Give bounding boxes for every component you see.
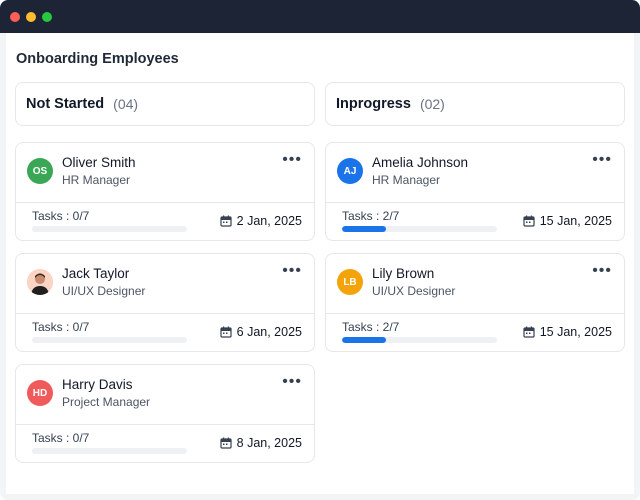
due-date: 6 Jan, 2025	[220, 325, 302, 339]
app-window: Onboarding Employees Not Started (04) In…	[0, 0, 640, 500]
tasks-progress-fill	[342, 337, 387, 343]
card-header: Jack Taylor UI/UX Designer •••	[16, 254, 314, 314]
employee-role: Project Manager	[62, 395, 151, 409]
person-photo-icon	[27, 269, 53, 295]
calendar-icon	[523, 326, 535, 338]
employee-role: UI/UX Designer	[372, 284, 456, 298]
column-not-started: Not Started (04)	[15, 82, 315, 126]
minimize-window-icon[interactable]	[26, 11, 36, 22]
calendar-icon	[523, 215, 535, 227]
more-horizontal-icon[interactable]: •••	[282, 374, 302, 390]
due-date: 8 Jan, 2025	[220, 436, 302, 450]
avatar: OS	[27, 158, 53, 184]
card-header: AJ Amelia Johnson HR Manager •••	[326, 143, 624, 203]
avatar: AJ	[337, 158, 363, 184]
card-footer: Tasks : 0/7 8 Jan, 2025	[16, 425, 314, 463]
calendar-icon	[220, 326, 232, 338]
employee-card[interactable]: Jack Taylor UI/UX Designer ••• Tasks : 0…	[15, 253, 315, 352]
tasks-progress-bar	[342, 337, 497, 343]
due-date-text: 15 Jan, 2025	[539, 214, 612, 228]
calendar-icon	[220, 437, 232, 449]
tasks-count: Tasks : 2/7	[342, 320, 400, 334]
due-date: 15 Jan, 2025	[523, 325, 612, 339]
column-title: Inprogress	[336, 96, 411, 112]
tasks-count: Tasks : 0/7	[32, 431, 90, 445]
employee-name: Jack Taylor	[62, 266, 130, 281]
column-header: Not Started (04)	[15, 82, 315, 126]
avatar-initials: LB	[343, 276, 357, 288]
more-horizontal-icon[interactable]: •••	[282, 152, 302, 168]
employee-card[interactable]: LB Lily Brown UI/UX Designer ••• Tasks :…	[325, 253, 625, 352]
avatar-initials: AJ	[343, 165, 357, 177]
tasks-progress-bar	[32, 226, 187, 232]
more-horizontal-icon[interactable]: •••	[282, 263, 302, 279]
employee-name: Amelia Johnson	[372, 155, 469, 170]
column-inprogress: Inprogress (02)	[325, 82, 625, 126]
column-count: (02)	[419, 96, 445, 112]
employee-card[interactable]: HD Harry Davis Project Manager ••• Tasks…	[15, 364, 315, 463]
tasks-progress-bar	[342, 226, 497, 232]
avatar	[27, 269, 53, 295]
close-window-icon[interactable]	[10, 11, 20, 22]
employee-name: Oliver Smith	[62, 155, 136, 170]
employee-name: Harry Davis	[62, 377, 133, 392]
employee-role: HR Manager	[62, 173, 131, 187]
due-date-text: 6 Jan, 2025	[236, 325, 302, 339]
card-footer: Tasks : 0/7 2 Jan, 2025	[16, 203, 314, 241]
maximize-window-icon[interactable]	[42, 11, 52, 22]
column-count: (04)	[113, 96, 139, 112]
avatar: HD	[27, 380, 53, 406]
board-content: Onboarding Employees Not Started (04) In…	[6, 33, 634, 494]
card-footer: Tasks : 0/7 6 Jan, 2025	[16, 314, 314, 352]
tasks-progress-fill	[342, 226, 387, 232]
tasks-count: Tasks : 2/7	[342, 209, 400, 223]
tasks-progress-bar	[32, 337, 187, 343]
card-header: LB Lily Brown UI/UX Designer •••	[326, 254, 624, 314]
employee-name: Lily Brown	[372, 266, 435, 281]
more-horizontal-icon[interactable]: •••	[592, 152, 612, 168]
tasks-count: Tasks : 0/7	[32, 320, 90, 334]
due-date-text: 15 Jan, 2025	[539, 325, 612, 339]
employee-card[interactable]: AJ Amelia Johnson HR Manager ••• Tasks :…	[325, 142, 625, 241]
avatar-initials: HD	[32, 387, 48, 399]
tasks-progress-bar	[32, 448, 187, 454]
page-title: Onboarding Employees	[16, 51, 179, 67]
due-date-text: 2 Jan, 2025	[236, 214, 302, 228]
employee-card[interactable]: OS Oliver Smith HR Manager ••• Tasks : 0…	[15, 142, 315, 241]
calendar-icon	[220, 215, 232, 227]
window-titlebar	[0, 0, 640, 33]
due-date: 2 Jan, 2025	[220, 214, 302, 228]
tasks-count: Tasks : 0/7	[32, 209, 90, 223]
employee-role: HR Manager	[372, 173, 441, 187]
card-footer: Tasks : 2/7 15 Jan, 2025	[326, 203, 624, 241]
column-header: Inprogress (02)	[325, 82, 625, 126]
employee-role: UI/UX Designer	[62, 284, 146, 298]
card-header: HD Harry Davis Project Manager •••	[16, 365, 314, 425]
more-horizontal-icon[interactable]: •••	[592, 263, 612, 279]
card-header: OS Oliver Smith HR Manager •••	[16, 143, 314, 203]
avatar-initials: OS	[32, 165, 48, 177]
column-title: Not Started	[26, 96, 105, 112]
card-footer: Tasks : 2/7 15 Jan, 2025	[326, 314, 624, 352]
avatar: LB	[337, 269, 363, 295]
due-date-text: 8 Jan, 2025	[236, 436, 302, 450]
due-date: 15 Jan, 2025	[523, 214, 612, 228]
